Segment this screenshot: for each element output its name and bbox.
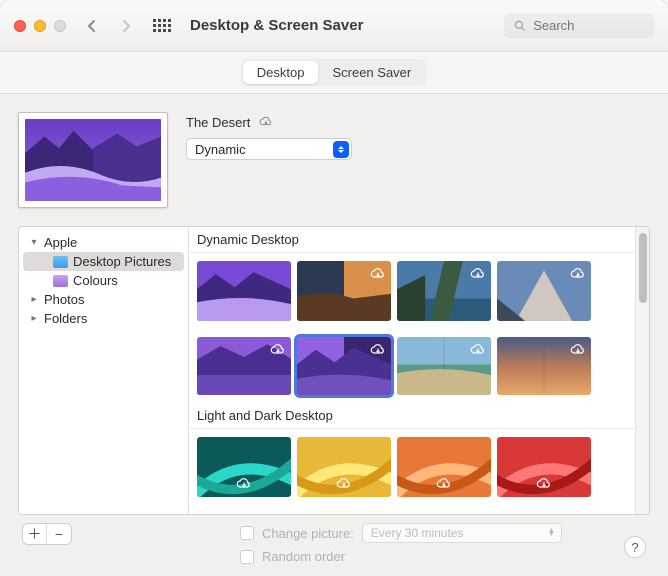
tabs-row: Desktop Screen Saver	[0, 52, 668, 94]
sidebar-item-label: Colours	[73, 273, 118, 288]
current-wallpaper-preview	[18, 112, 168, 208]
wallpaper-gallery: Dynamic Desktop Light and Dark Desktop	[189, 227, 649, 514]
content-area: The Desert Dynamic ▾ Apple	[0, 94, 668, 576]
wallpaper-thumb-cliffs[interactable]	[397, 261, 491, 321]
wallpaper-thumb-abs-yellow[interactable]	[297, 437, 391, 497]
gallery-scrollbar[interactable]	[635, 227, 649, 514]
wallpaper-thumb-desert-night[interactable]	[297, 337, 391, 395]
back-button[interactable]	[80, 14, 104, 38]
sidebar-item-photos[interactable]: ▸ Photos	[19, 290, 188, 309]
wallpaper-thumb-desert-purple[interactable]	[197, 261, 291, 321]
wallpaper-thumb-abs-red[interactable]	[497, 437, 591, 497]
titlebar: Desktop & Screen Saver	[0, 0, 668, 52]
tab-screensaver[interactable]: Screen Saver	[318, 61, 425, 84]
show-all-icon[interactable]	[150, 14, 174, 38]
window-title: Desktop & Screen Saver	[190, 17, 363, 34]
help-button[interactable]: ?	[624, 536, 646, 558]
search-field[interactable]	[504, 13, 654, 38]
sidebar-item-label: Folders	[44, 311, 87, 326]
download-icon[interactable]	[569, 341, 587, 359]
minimize-button[interactable]	[34, 20, 46, 32]
download-icon[interactable]	[335, 475, 353, 493]
tab-desktop[interactable]: Desktop	[243, 61, 319, 84]
wallpaper-mode-value: Dynamic	[195, 142, 246, 157]
remove-source-button[interactable]: −	[47, 524, 71, 544]
change-picture-label: Change picture:	[262, 526, 354, 541]
download-icon[interactable]	[269, 341, 287, 359]
wallpaper-thumb-abs-orange[interactable]	[397, 437, 491, 497]
random-order-checkbox	[240, 550, 254, 564]
search-input[interactable]	[531, 17, 644, 34]
wallpaper-thumb-coast-sunset[interactable]	[297, 261, 391, 321]
source-sidebar: ▾ Apple Desktop Pictures Colours ▸ Photo…	[19, 227, 189, 514]
sidebar-item-label: Photos	[44, 292, 84, 307]
tab-segmented-control: Desktop Screen Saver	[241, 59, 427, 86]
interval-dropdown: Every 30 minutes ▲▼	[362, 523, 562, 543]
wallpaper-thumb-beach[interactable]	[397, 337, 491, 395]
footer-controls: ＋ − Change picture: Every 30 minutes ▲▼ …	[18, 515, 650, 564]
sidebar-item-colours[interactable]: Colours	[19, 271, 188, 290]
sidebar-item-apple[interactable]: ▾ Apple	[19, 233, 188, 252]
chevron-right-icon: ▸	[29, 313, 39, 324]
section-header-lightdark: Light and Dark Desktop	[189, 403, 635, 429]
folder-icon	[53, 256, 68, 268]
sidebar-item-label: Desktop Pictures	[73, 254, 171, 269]
wallpaper-name: The Desert	[186, 115, 250, 130]
wallpaper-thumb-lake-purple[interactable]	[197, 337, 291, 395]
add-remove-source: ＋ −	[22, 523, 72, 545]
wallpaper-thumb-gradient-dusk[interactable]	[497, 337, 591, 395]
download-icon[interactable]	[569, 265, 587, 283]
search-icon	[514, 19, 525, 32]
download-icon[interactable]	[369, 341, 387, 359]
download-icon[interactable]	[369, 265, 387, 283]
forward-button[interactable]	[114, 14, 138, 38]
dropdown-arrows-icon	[333, 141, 349, 158]
download-icon[interactable]	[535, 475, 553, 493]
scrollbar-thumb[interactable]	[639, 233, 647, 303]
download-icon[interactable]	[258, 114, 274, 130]
section-header-dynamic: Dynamic Desktop	[189, 227, 635, 253]
random-order-label: Random order	[262, 549, 345, 564]
sidebar-item-desktop-pictures[interactable]: Desktop Pictures	[23, 252, 184, 271]
wallpaper-mode-dropdown[interactable]: Dynamic	[186, 138, 352, 160]
download-icon[interactable]	[435, 475, 453, 493]
folder-icon	[53, 275, 68, 287]
interval-value: Every 30 minutes	[371, 526, 464, 540]
wallpaper-thumb-abs-teal[interactable]	[197, 437, 291, 497]
download-icon[interactable]	[469, 265, 487, 283]
window-controls	[14, 20, 66, 32]
wallpaper-thumb-peak[interactable]	[497, 261, 591, 321]
sidebar-item-label: Apple	[44, 235, 77, 250]
zoom-button	[54, 20, 66, 32]
chevron-down-icon: ▾	[29, 237, 39, 248]
chevron-right-icon: ▸	[29, 294, 39, 305]
sidebar-item-folders[interactable]: ▸ Folders	[19, 309, 188, 328]
dropdown-arrows-icon: ▲▼	[548, 529, 555, 537]
change-picture-checkbox[interactable]	[240, 526, 254, 540]
close-button[interactable]	[14, 20, 26, 32]
download-icon[interactable]	[235, 475, 253, 493]
download-icon[interactable]	[469, 341, 487, 359]
add-source-button[interactable]: ＋	[23, 524, 47, 544]
